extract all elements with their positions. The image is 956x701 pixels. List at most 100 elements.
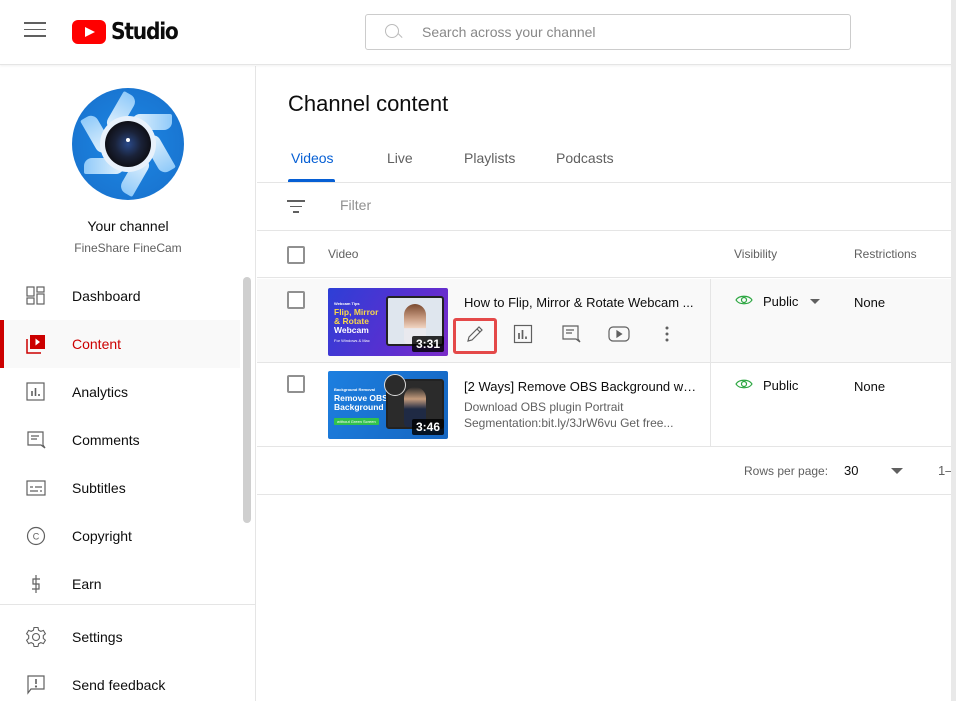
rows-per-page-value[interactable]: 30 — [844, 463, 858, 478]
sidebar-item-label: Comments — [72, 432, 140, 448]
tab-label: Videos — [291, 150, 334, 166]
search-box[interactable] — [365, 14, 851, 50]
sidebar-item-label: Earn — [72, 576, 102, 592]
options-button[interactable] — [643, 316, 691, 356]
column-header-restrictions: Restrictions — [854, 247, 917, 261]
eye-icon — [735, 294, 753, 309]
video-duration: 3:31 — [411, 336, 444, 352]
comments-icon — [25, 429, 47, 451]
window-scrollbar[interactable] — [951, 0, 956, 701]
eye-icon — [735, 378, 753, 393]
sidebar-item-send-feedback[interactable]: Send feedback — [0, 661, 240, 701]
sidebar-item-copyright[interactable]: C Copyright — [0, 512, 240, 560]
filter-input[interactable] — [340, 197, 840, 213]
sidebar-item-label: Dashboard — [72, 288, 141, 304]
copyright-icon: C — [25, 525, 47, 547]
thumbnail-headline-line: Background — [334, 402, 384, 412]
pencil-icon — [465, 324, 485, 349]
sidebar-item-settings[interactable]: Settings — [0, 613, 240, 661]
filter-bar — [257, 183, 956, 231]
visibility-value-cell[interactable]: Public — [735, 378, 798, 393]
svg-text:C: C — [33, 532, 40, 542]
visibility-value: Public — [763, 294, 799, 309]
view-on-youtube-button[interactable] — [595, 316, 643, 356]
video-duration: 3:46 — [411, 419, 444, 435]
sidebar-footer-nav: Settings Send feedback — [0, 613, 240, 701]
tab-videos[interactable]: Videos — [288, 150, 335, 182]
studio-logo[interactable]: Studio — [72, 19, 187, 45]
sidebar-item-comments[interactable]: Comments — [0, 416, 240, 464]
sidebar-scrollbar[interactable] — [243, 277, 251, 523]
thumbnail-subcaption: For Windows & Mac — [334, 338, 370, 343]
thumbnail-headline: Remove OBS Background — [334, 394, 388, 412]
edit-details-button[interactable] — [451, 316, 499, 356]
more-vert-icon — [665, 326, 669, 347]
analytics-icon — [25, 381, 47, 403]
tab-label: Live — [387, 150, 413, 166]
content-icon — [25, 333, 47, 355]
sidebar-item-label: Subtitles — [72, 480, 126, 496]
video-description: Download OBS plugin Portrait Segmentatio… — [464, 399, 684, 431]
top-bar: Studio — [0, 0, 956, 65]
row-actions — [451, 316, 691, 356]
sidebar-item-content[interactable]: Content — [0, 320, 240, 368]
visibility-dropdown[interactable]: Public — [735, 294, 821, 309]
description-line: Segmentation:bit.ly/3JrW6vu Get free... — [464, 416, 674, 430]
sidebar-item-subtitles[interactable]: Subtitles — [0, 464, 240, 512]
thumbnail-headline: Flip, Mirror & Rotate Webcam — [334, 308, 388, 335]
sidebar-item-label: Analytics — [72, 384, 129, 400]
logo-text: Studio — [111, 19, 179, 45]
thumbnail-caption: Background Removal — [334, 387, 376, 392]
filter-icon[interactable] — [287, 200, 305, 214]
visibility-value: Public — [763, 378, 799, 393]
search-input[interactable] — [422, 24, 822, 40]
video-title[interactable]: How to Flip, Mirror & Rotate Webcam ... — [464, 295, 699, 310]
column-divider — [710, 279, 711, 363]
sidebar-item-dashboard[interactable]: Dashboard — [0, 272, 240, 320]
video-thumbnail[interactable]: Background Removal Remove OBS Background… — [328, 371, 448, 439]
comments-icon — [561, 324, 581, 349]
restrictions-value: None — [854, 295, 886, 310]
youtube-play-icon — [608, 325, 630, 347]
page-title: Channel content — [288, 91, 449, 116]
row-checkbox[interactable] — [287, 291, 305, 309]
table-row[interactable]: Webcam Tips Flip, Mirror & Rotate Webcam… — [257, 279, 956, 363]
youtube-logo-icon — [72, 20, 106, 44]
comments-button[interactable] — [547, 316, 595, 356]
sidebar-item-analytics[interactable]: Analytics — [0, 368, 240, 416]
column-header-video: Video — [328, 247, 359, 261]
gear-icon — [25, 626, 47, 648]
sidebar: Your channel FineShare FineCam Dashboard… — [0, 66, 256, 701]
column-header-visibility[interactable]: Visibility — [734, 247, 777, 261]
content-tabs: Videos Live Playlists Podcasts — [288, 150, 615, 182]
sidebar-item-earn[interactable]: Earn — [0, 560, 240, 608]
dropdown-caret-icon[interactable] — [810, 299, 821, 304]
table-row[interactable]: Background Removal Remove OBS Background… — [257, 363, 956, 447]
sidebar-divider — [0, 604, 255, 605]
menu-icon[interactable] — [24, 22, 46, 40]
tab-live[interactable]: Live — [384, 150, 418, 182]
description-line: Download OBS plugin Portrait — [464, 400, 624, 414]
thumbnail-subcaption: without Green Screen — [334, 418, 379, 425]
channel-avatar[interactable] — [72, 88, 184, 200]
analytics-icon — [513, 324, 533, 349]
thumbnail-headline-line: Webcam — [334, 325, 369, 335]
video-title[interactable]: [2 Ways] Remove OBS Background wit... — [464, 379, 699, 394]
sidebar-item-label: Settings — [72, 629, 123, 645]
rows-per-page-dropdown-icon[interactable] — [891, 468, 903, 474]
analytics-button[interactable] — [499, 316, 547, 356]
tab-podcasts[interactable]: Podcasts — [553, 150, 615, 182]
select-all-checkbox[interactable] — [287, 246, 305, 264]
video-thumbnail[interactable]: Webcam Tips Flip, Mirror & Rotate Webcam… — [328, 288, 448, 356]
rows-per-page-label: Rows per page: — [744, 464, 829, 478]
tab-playlists[interactable]: Playlists — [461, 150, 521, 182]
sidebar-nav: Dashboard Content Analytics Comments Sub… — [0, 272, 240, 608]
tab-label: Podcasts — [556, 150, 614, 166]
row-checkbox[interactable] — [287, 375, 305, 393]
search-icon[interactable] — [384, 23, 402, 41]
your-channel-label: Your channel — [87, 218, 169, 234]
dashboard-icon — [25, 285, 47, 307]
sidebar-item-label: Send feedback — [72, 677, 166, 693]
pagination-bar: Rows per page: 30 1–2 of 2 — [257, 447, 956, 495]
column-divider — [710, 363, 711, 447]
